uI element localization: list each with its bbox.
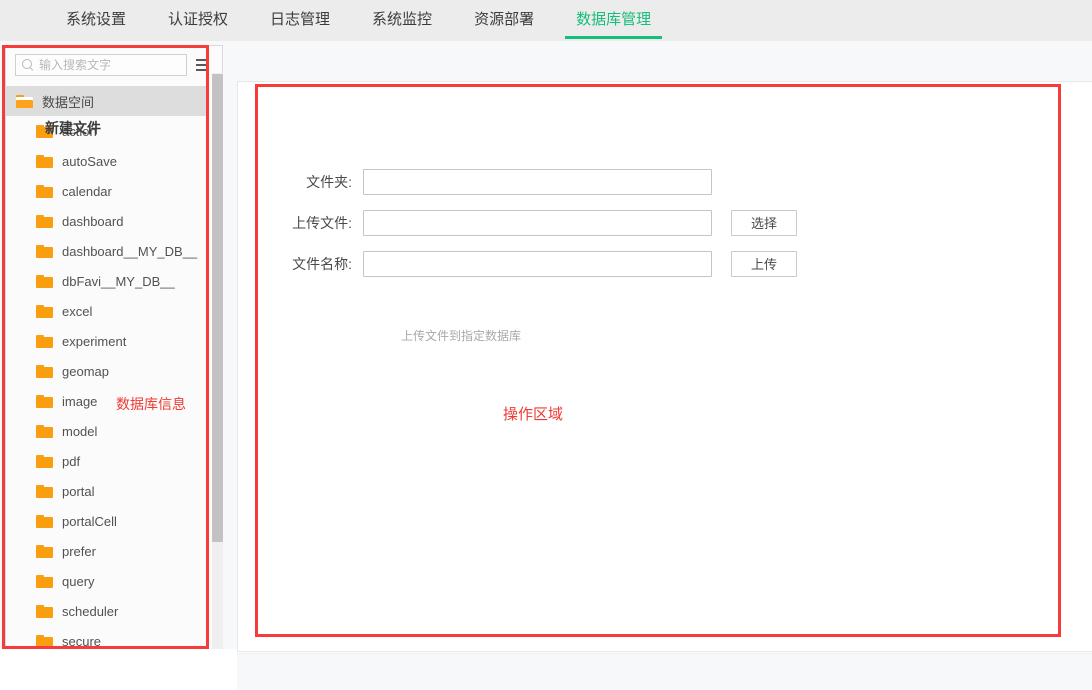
new-file-form: 文件夹: 上传文件: 选择 文件名称: 上传	[0, 161, 855, 284]
sidebar-scrollbar-thumb[interactable]	[212, 74, 223, 542]
tree-node-root-label: 数据空间	[42, 94, 95, 110]
tree-node-label: query	[62, 573, 95, 589]
sidebar-panel: 输入搜索文字 数据空间 action autoSave calendar dashbo…	[5, 45, 223, 649]
folder-icon	[36, 394, 53, 408]
tree-node-item[interactable]: portal	[6, 476, 209, 506]
select-file-button[interactable]: 选择	[731, 209, 797, 236]
tree-node-label: model	[62, 423, 98, 439]
tab-system-settings[interactable]: 系统设置	[45, 0, 147, 41]
tree-node-label: excel	[62, 303, 93, 319]
tab-resource-deployment[interactable]: 资源部署	[453, 0, 555, 41]
tab-database-management[interactable]: 数据库管理	[555, 0, 672, 41]
input-upload-file[interactable]	[363, 209, 712, 236]
tree-node-label: prefer	[62, 543, 96, 559]
tree-node-item[interactable]: pdf	[6, 446, 209, 476]
top-tab-bar: 系统设置 认证授权 日志管理 系统监控 资源部署 数据库管理	[0, 0, 1092, 41]
hamburger-bar-3	[196, 68, 207, 72]
tree-node-item[interactable]: excel	[6, 296, 209, 326]
tree-node-item[interactable]: geomap	[6, 356, 209, 386]
folder-icon	[36, 544, 53, 558]
tree-node-item[interactable]: experiment	[6, 326, 209, 356]
tree-node-root[interactable]: 数据空间	[6, 86, 209, 116]
folder-icon	[36, 514, 53, 528]
form-row-file-name: 文件名称: 上传	[0, 243, 855, 284]
folder-icon	[36, 364, 53, 378]
folder-icon	[36, 574, 53, 588]
tab-auth-authorization[interactable]: 认证授权	[147, 0, 249, 41]
input-folder[interactable]	[363, 168, 712, 195]
workspace: 输入搜索文字 数据空间 action autoSave calendar dashbo…	[0, 41, 1092, 690]
tab-log-management[interactable]: 日志管理	[249, 0, 351, 41]
tree-node-item[interactable]: query	[6, 566, 209, 596]
tree-node-label: portalCell	[62, 513, 117, 529]
search-icon	[21, 58, 35, 72]
sidebar-search-row: 输入搜索文字	[6, 46, 222, 84]
tree-node-label: experiment	[62, 333, 127, 349]
folder-icon	[36, 484, 53, 498]
tree-node-item[interactable]: scheduler	[6, 596, 209, 626]
tree-node-item[interactable]: action	[6, 116, 209, 146]
form-row-folder: 文件夹:	[0, 161, 855, 202]
form-row-upload-file: 上传文件: 选择	[0, 202, 855, 243]
tree-node-label: pdf	[62, 453, 81, 469]
tab-list: 系统设置 认证授权 日志管理 系统监控 资源部署 数据库管理	[45, 0, 672, 41]
main-content-footer	[237, 653, 1092, 690]
tree-node-item[interactable]: secure	[6, 626, 209, 649]
hamburger-icon[interactable]	[196, 57, 210, 73]
annotation-label-operation-area: 操作区域	[503, 406, 564, 423]
hamburger-bar-1	[196, 58, 207, 62]
folder-icon	[36, 334, 53, 348]
tree-node-label: geomap	[62, 363, 109, 379]
hamburger-bar-2	[196, 63, 207, 67]
input-file-name[interactable]	[363, 250, 712, 277]
form-hint-text: 上传文件到指定数据库	[401, 329, 522, 343]
label-file-name: 文件名称:	[292, 255, 352, 272]
label-folder: 文件夹:	[306, 173, 352, 190]
folder-icon	[36, 304, 53, 318]
tree-node-item[interactable]: model	[6, 416, 209, 446]
search-input-wrapper[interactable]: 输入搜索文字	[15, 54, 187, 76]
folder-icon	[36, 424, 53, 438]
annotation-label-database-info: 数据库信息	[116, 396, 186, 412]
card-title: 新建文件	[45, 120, 101, 136]
tree-node-label: portal	[62, 483, 95, 499]
folder-icon	[36, 454, 53, 468]
tree-node-label: image	[62, 393, 98, 409]
folder-icon	[36, 604, 53, 618]
folder-open-icon	[16, 94, 33, 108]
label-upload-file: 上传文件:	[292, 214, 352, 231]
tree-node-label: scheduler	[62, 603, 119, 619]
tab-system-monitor[interactable]: 系统监控	[351, 0, 453, 41]
search-placeholder: 输入搜索文字	[39, 58, 112, 72]
upload-button[interactable]: 上传	[731, 250, 797, 277]
folder-icon	[36, 634, 53, 648]
tree-node-label: secure	[62, 633, 102, 649]
tree-node-item[interactable]: portalCell	[6, 506, 209, 536]
tree-node-item[interactable]: prefer	[6, 536, 209, 566]
